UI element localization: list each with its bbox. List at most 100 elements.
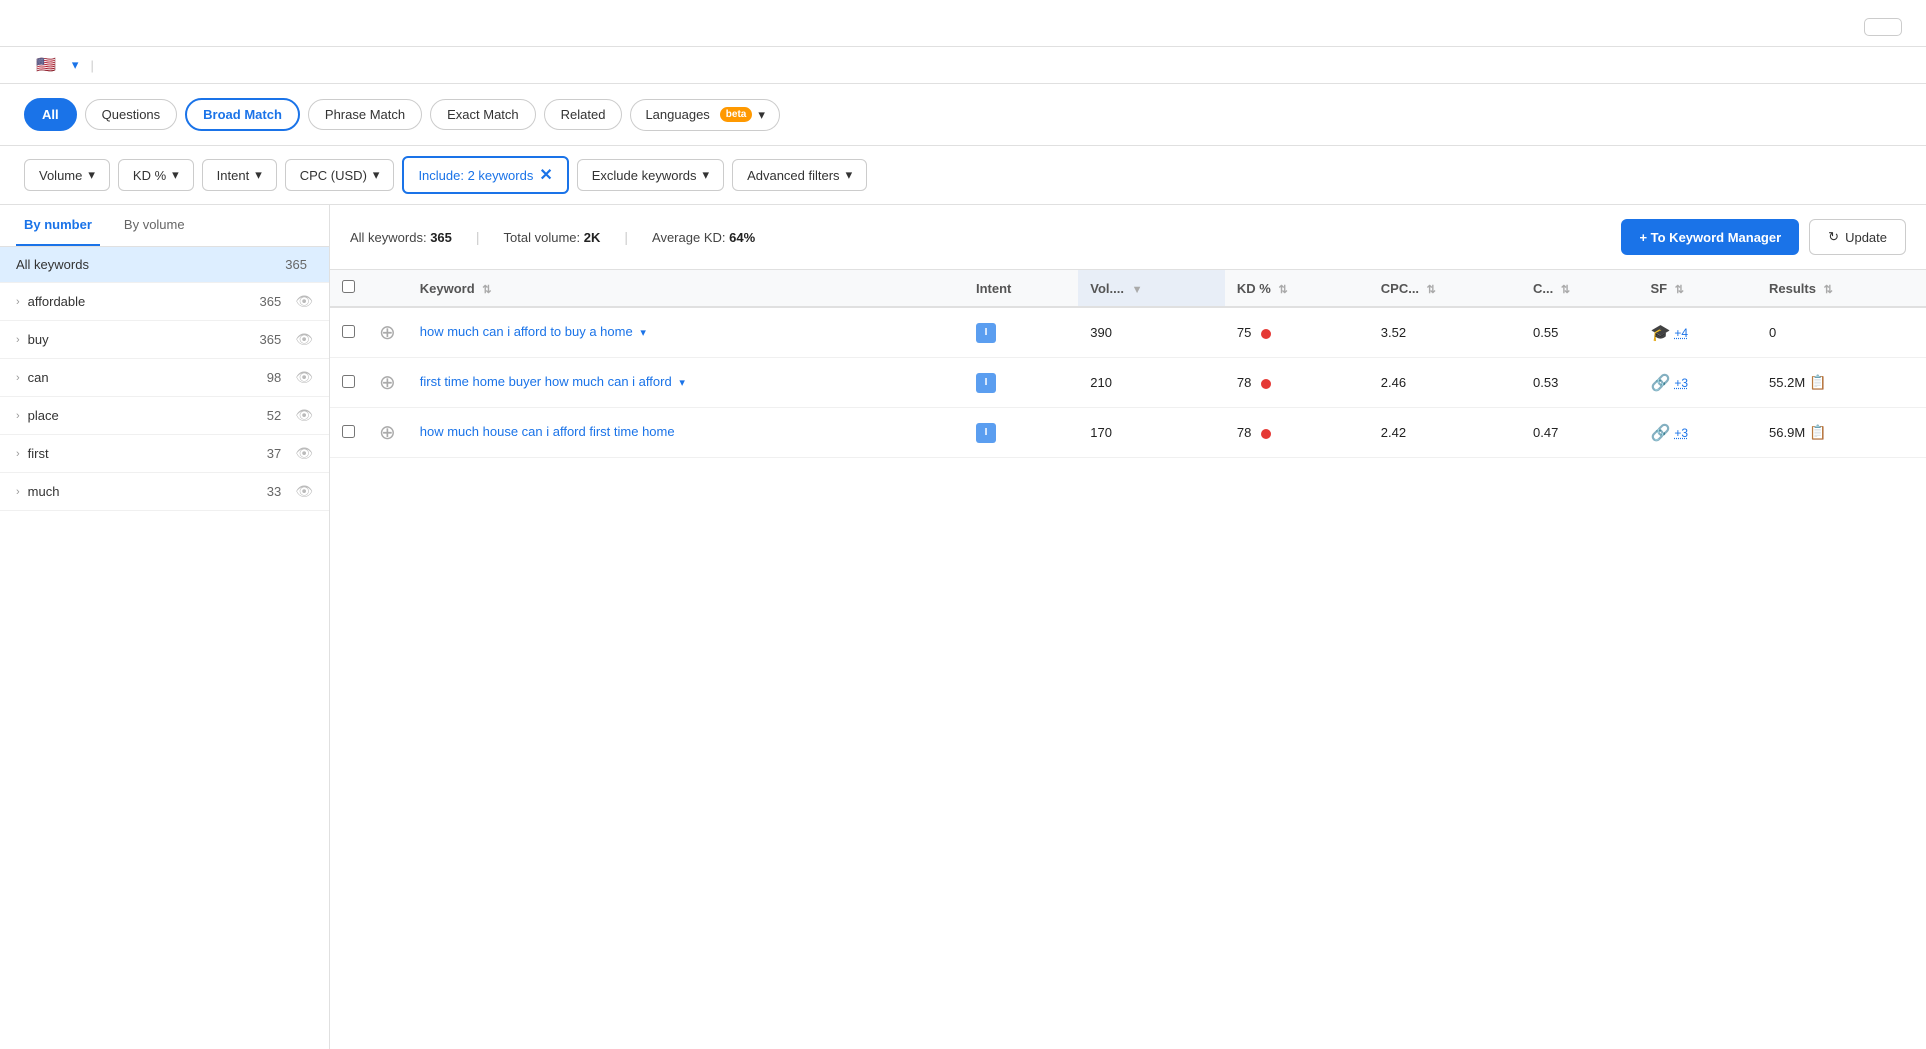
com-cell: 0.55 <box>1521 307 1638 358</box>
results-doc-icon: 📋 <box>1809 374 1826 390</box>
include-keywords-button[interactable]: Include: 2 keywords ✕ <box>402 156 568 194</box>
sort-icon: ⇅ <box>482 284 491 296</box>
sort-icon: ⇅ <box>1427 284 1436 296</box>
kd-filter[interactable]: KD % ▾ <box>118 159 194 191</box>
tab-broad-match[interactable]: Broad Match <box>185 98 300 131</box>
languages-button[interactable]: Languages beta ▾ <box>630 99 779 131</box>
row-checkbox[interactable] <box>342 375 355 388</box>
sort-icon: ▼ <box>1132 284 1143 296</box>
sf-cell: 🔗 +3 <box>1638 358 1757 408</box>
keyword-dropdown-icon[interactable]: ▾ <box>679 377 685 389</box>
add-keyword-button[interactable]: ⊕ <box>379 420 396 445</box>
cpc-cell: 2.42 <box>1369 408 1521 458</box>
eye-icon[interactable]: 👁 <box>295 445 313 462</box>
keyword-link[interactable]: how much can i afford to buy a home <box>420 324 633 339</box>
keyword-link[interactable]: first time home buyer how much can i aff… <box>420 374 672 389</box>
th-com[interactable]: C... ⇅ <box>1521 270 1638 307</box>
volume-filter[interactable]: Volume ▾ <box>24 159 110 191</box>
th-cpc[interactable]: CPC... ⇅ <box>1369 270 1521 307</box>
sort-by-volume[interactable]: By volume <box>116 205 193 246</box>
eye-icon[interactable]: 👁 <box>295 293 313 310</box>
row-checkbox[interactable] <box>342 425 355 438</box>
sidebar-all-keywords-count: 365 <box>285 257 307 272</box>
sidebar-buy-label: buy <box>28 332 252 347</box>
sidebar-item-buy[interactable]: › buy 365 👁 <box>0 321 329 359</box>
tab-phrase-match[interactable]: Phrase Match <box>308 99 422 130</box>
table-row: ⊕ how much house can i afford first time… <box>330 408 1926 458</box>
sidebar: By number By volume All keywords 365 › a… <box>0 205 330 1049</box>
kd-difficulty-dot <box>1261 429 1271 439</box>
chevron-down-icon: ▾ <box>172 167 179 183</box>
select-all-checkbox[interactable] <box>342 280 355 293</box>
sf-count[interactable]: +3 <box>1674 376 1688 390</box>
kd-cell: 78 <box>1225 408 1369 458</box>
intent-cell: I <box>964 307 1078 358</box>
tab-exact-match[interactable]: Exact Match <box>430 99 536 130</box>
top-bar <box>0 0 1926 47</box>
sidebar-item-affordable[interactable]: › affordable 365 👁 <box>0 283 329 321</box>
row-checkbox[interactable] <box>342 325 355 338</box>
all-keywords-stat: All keywords: 365 <box>350 230 452 245</box>
th-kd[interactable]: KD % ⇅ <box>1225 270 1369 307</box>
sf-count[interactable]: +3 <box>1674 426 1688 440</box>
table-row: ⊕ first time home buyer how much can i a… <box>330 358 1926 408</box>
update-button[interactable]: ↻ Update <box>1809 219 1906 255</box>
intent-cell: I <box>964 408 1078 458</box>
tab-row: All Questions Broad Match Phrase Match E… <box>0 84 1926 146</box>
th-volume[interactable]: Vol.... ▼ <box>1078 270 1225 307</box>
sidebar-can-label: can <box>28 370 259 385</box>
total-volume-stat: Total volume: 2K <box>504 230 601 245</box>
intent-badge: I <box>976 373 996 393</box>
link-icon: 🔗 <box>1650 373 1670 393</box>
com-cell: 0.53 <box>1521 358 1638 408</box>
sidebar-affordable-count: 365 <box>260 294 282 309</box>
sf-cell: 🔗 +3 <box>1638 408 1757 458</box>
exclude-keywords-button[interactable]: Exclude keywords ▾ <box>577 159 724 191</box>
sidebar-all-keywords[interactable]: All keywords 365 <box>0 247 329 283</box>
sub-bar: 🇺🇸 ▾ | <box>0 47 1926 84</box>
eye-icon[interactable]: 👁 <box>295 331 313 348</box>
database-link[interactable]: ▾ <box>68 57 79 73</box>
eye-icon[interactable]: 👁 <box>295 483 313 500</box>
sidebar-much-count: 33 <box>267 484 281 499</box>
chevron-right-icon: › <box>16 486 20 498</box>
keyword-cell: how much can i afford to buy a home ▾ <box>408 307 964 358</box>
th-intent[interactable]: Intent <box>964 270 1078 307</box>
sort-icon: ⇅ <box>1675 284 1684 296</box>
sidebar-item-can[interactable]: › can 98 👁 <box>0 359 329 397</box>
eye-icon[interactable]: 👁 <box>295 369 313 386</box>
refresh-icon: ↻ <box>1828 229 1839 245</box>
sort-icon: ⇅ <box>1278 284 1287 296</box>
to-keyword-manager-button[interactable]: + To Keyword Manager <box>1621 219 1799 255</box>
sidebar-item-much[interactable]: › much 33 👁 <box>0 473 329 511</box>
sidebar-item-first[interactable]: › first 37 👁 <box>0 435 329 473</box>
view-search-button[interactable] <box>1864 18 1902 36</box>
cpc-cell: 2.46 <box>1369 358 1521 408</box>
tab-questions[interactable]: Questions <box>85 99 178 130</box>
chevron-right-icon: › <box>16 334 20 346</box>
eye-icon[interactable]: 👁 <box>295 407 313 424</box>
sf-count[interactable]: +4 <box>1674 326 1688 340</box>
intent-filter[interactable]: Intent ▾ <box>202 159 277 191</box>
chevron-right-icon: › <box>16 296 20 308</box>
sidebar-place-label: place <box>28 408 259 423</box>
sort-by-number[interactable]: By number <box>16 205 100 246</box>
chevron-down-icon: ▾ <box>758 107 765 123</box>
chevron-down-icon: ▾ <box>703 167 710 183</box>
cpc-filter[interactable]: CPC (USD) ▾ <box>285 159 395 191</box>
keyword-link[interactable]: how much house can i afford first time h… <box>420 424 675 439</box>
tab-all[interactable]: All <box>24 98 77 131</box>
th-sf[interactable]: SF ⇅ <box>1638 270 1757 307</box>
graduation-cap-icon: 🎓 <box>1650 323 1670 343</box>
tab-related[interactable]: Related <box>544 99 623 130</box>
th-keyword[interactable]: Keyword ⇅ <box>408 270 964 307</box>
sidebar-item-place[interactable]: › place 52 👁 <box>0 397 329 435</box>
add-keyword-button[interactable]: ⊕ <box>379 320 396 345</box>
table-row: ⊕ how much can i afford to buy a home ▾ … <box>330 307 1926 358</box>
add-keyword-button[interactable]: ⊕ <box>379 370 396 395</box>
th-results[interactable]: Results ⇅ <box>1757 270 1926 307</box>
advanced-filters-button[interactable]: Advanced filters ▾ <box>732 159 867 191</box>
main-content: All keywords: 365 | Total volume: 2K | A… <box>330 205 1926 1049</box>
clear-include-icon[interactable]: ✕ <box>539 165 552 185</box>
keyword-dropdown-icon[interactable]: ▾ <box>640 327 646 339</box>
